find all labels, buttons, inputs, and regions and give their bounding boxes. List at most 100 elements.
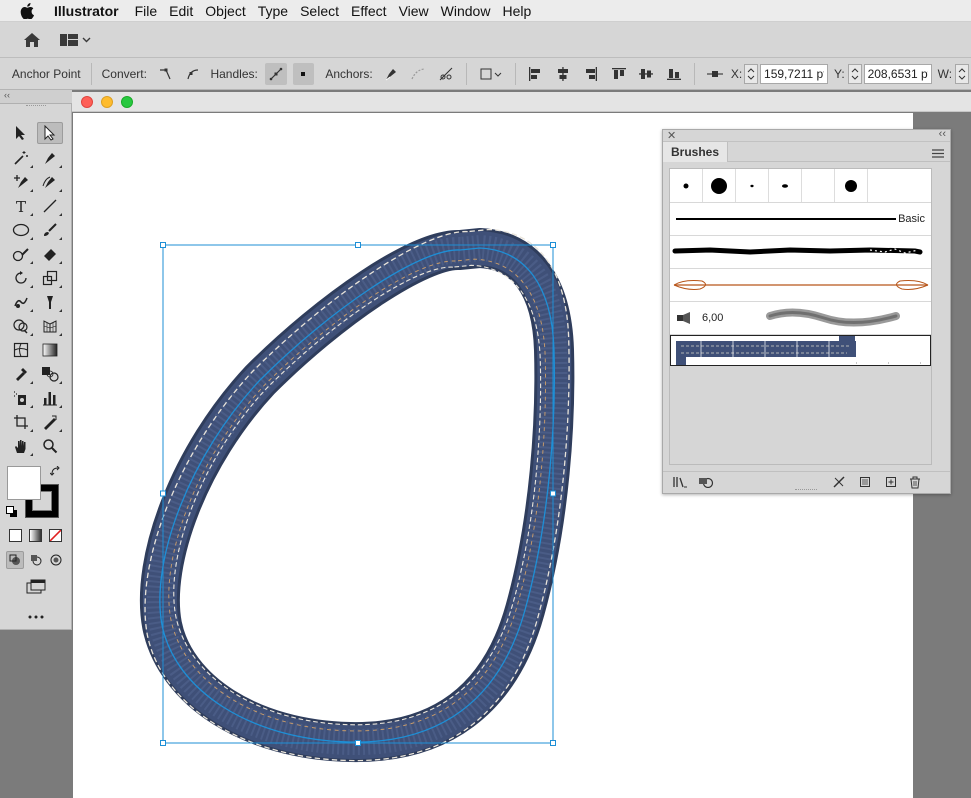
x-stepper[interactable] [744,63,759,84]
swap-fill-stroke-icon[interactable] [49,465,62,481]
tools-panel-header[interactable]: ‹‹ [0,90,72,104]
gradient-mode-icon[interactable] [29,529,42,542]
y-field[interactable] [863,63,932,84]
curvature-tool-icon[interactable] [37,171,63,193]
slice-tool-icon[interactable] [37,411,63,433]
remove-anchor-icon[interactable] [380,63,402,85]
draw-normal-icon[interactable] [6,551,24,569]
shape-builder-tool-icon[interactable] [8,315,34,337]
hide-handles-icon[interactable] [292,62,315,85]
symbol-sprayer-tool-icon[interactable] [8,387,34,409]
x-field[interactable] [760,63,829,84]
libraries-panel-icon[interactable] [698,476,716,491]
align-horizontal-center-icon[interactable] [552,63,574,85]
brush-bristle[interactable]: 6,00 [670,301,931,334]
maximize-window-icon[interactable] [121,96,133,108]
menu-type[interactable]: Type [258,3,298,19]
draw-inside-icon[interactable] [47,551,65,569]
menu-window[interactable]: Window [441,3,501,19]
collapse-panel-icon[interactable]: ‹‹ [939,128,946,140]
edit-toolbar-icon[interactable] [23,606,49,628]
brush-dab-small-icon[interactable] [670,169,703,202]
w-stepper[interactable] [955,63,969,84]
close-window-icon[interactable] [81,96,93,108]
change-screen-mode-icon[interactable] [23,576,49,598]
brush-libraries-icon[interactable] [673,476,687,491]
column-graph-tool-icon[interactable] [37,387,63,409]
menu-help[interactable]: Help [502,3,541,19]
selection-tool-icon[interactable] [8,122,34,144]
brush-dab-large-icon[interactable] [703,169,736,202]
tab-brushes[interactable]: Brushes [663,141,729,162]
scale-tool-icon[interactable] [37,267,63,289]
panel-resize-grip[interactable] [795,489,817,492]
new-brush-icon[interactable] [885,476,897,491]
magic-wand-tool-icon[interactable] [8,147,34,169]
align-right-icon[interactable] [580,63,602,85]
warp-tool-icon[interactable] [8,291,34,313]
transform-options-icon[interactable] [476,63,506,85]
default-fill-stroke-icon[interactable] [6,506,18,521]
type-tool-icon[interactable]: T [8,195,34,217]
menu-object[interactable]: Object [205,3,255,19]
align-top-icon[interactable] [608,63,630,85]
puppet-warp-tool-icon[interactable] [37,291,63,313]
fill-swatch-overlay[interactable] [7,466,41,500]
convert-to-smooth-icon[interactable] [182,63,204,85]
color-mode-icon[interactable] [9,529,22,542]
eyedropper-tool-icon[interactable] [8,363,34,385]
reference-point-icon[interactable] [704,63,726,85]
brush-library-list[interactable]: Basic 6,00 [669,168,932,465]
artboard-tool-icon[interactable] [8,411,34,433]
brush-arrow[interactable] [670,268,931,301]
menu-app-name[interactable]: Illustrator [54,3,129,19]
perspective-grid-tool-icon[interactable] [37,315,63,337]
align-bottom-icon[interactable] [663,63,685,85]
minimize-window-icon[interactable] [101,96,113,108]
close-panel-icon[interactable]: ✕ [667,129,676,142]
none-mode-icon[interactable] [49,529,62,542]
lasso-pen-tool-icon[interactable] [37,147,63,169]
panel-menu-icon[interactable] [932,147,944,161]
menu-file[interactable]: File [135,3,168,19]
panel-grip[interactable] [26,105,46,107]
convert-to-corner-icon[interactable] [154,63,176,85]
brush-options-icon[interactable] [859,476,871,491]
menu-select[interactable]: Select [300,3,349,19]
draw-behind-icon[interactable] [27,551,45,569]
brush-dab-tiny-icon[interactable] [736,169,769,202]
menu-edit[interactable]: Edit [169,3,203,19]
paintbrush-tool-icon[interactable] [37,219,63,241]
brush-dab-oval-icon[interactable] [769,169,802,202]
line-segment-tool-icon[interactable] [37,195,63,217]
apple-menu-icon[interactable] [0,2,54,19]
brush-charcoal[interactable] [670,235,931,268]
zoom-tool-icon[interactable] [37,435,63,457]
menu-view[interactable]: View [399,3,439,19]
eraser-tool-icon[interactable] [37,243,63,265]
brush-dab-blank[interactable] [802,169,835,202]
brush-dab-medium-icon[interactable] [835,169,868,202]
rotate-tool-icon[interactable] [8,267,34,289]
brush-basic[interactable]: Basic [670,202,931,235]
show-handles-icon[interactable] [264,62,287,85]
brush-denim-pattern[interactable] [670,335,932,366]
mesh-tool-icon[interactable] [8,339,34,361]
shaper-tool-icon[interactable] [8,243,34,265]
ellipse-tool-icon[interactable] [8,219,34,241]
hand-tool-icon[interactable] [8,435,34,457]
align-vertical-center-icon[interactable] [636,63,658,85]
align-left-icon[interactable] [525,63,547,85]
y-stepper[interactable] [847,63,862,84]
workspace-switcher[interactable] [60,33,91,47]
direct-selection-tool-icon[interactable] [37,122,63,144]
menu-effect[interactable]: Effect [351,3,397,19]
delete-brush-icon[interactable] [909,476,921,492]
remove-brush-stroke-icon[interactable] [833,476,845,491]
cut-path-icon[interactable] [435,63,457,85]
home-icon[interactable] [18,26,46,54]
connect-anchors-icon[interactable] [407,63,429,85]
add-anchor-point-tool-icon[interactable] [8,171,34,193]
gradient-tool-icon[interactable] [37,339,63,361]
blend-tool-icon[interactable] [37,363,63,385]
